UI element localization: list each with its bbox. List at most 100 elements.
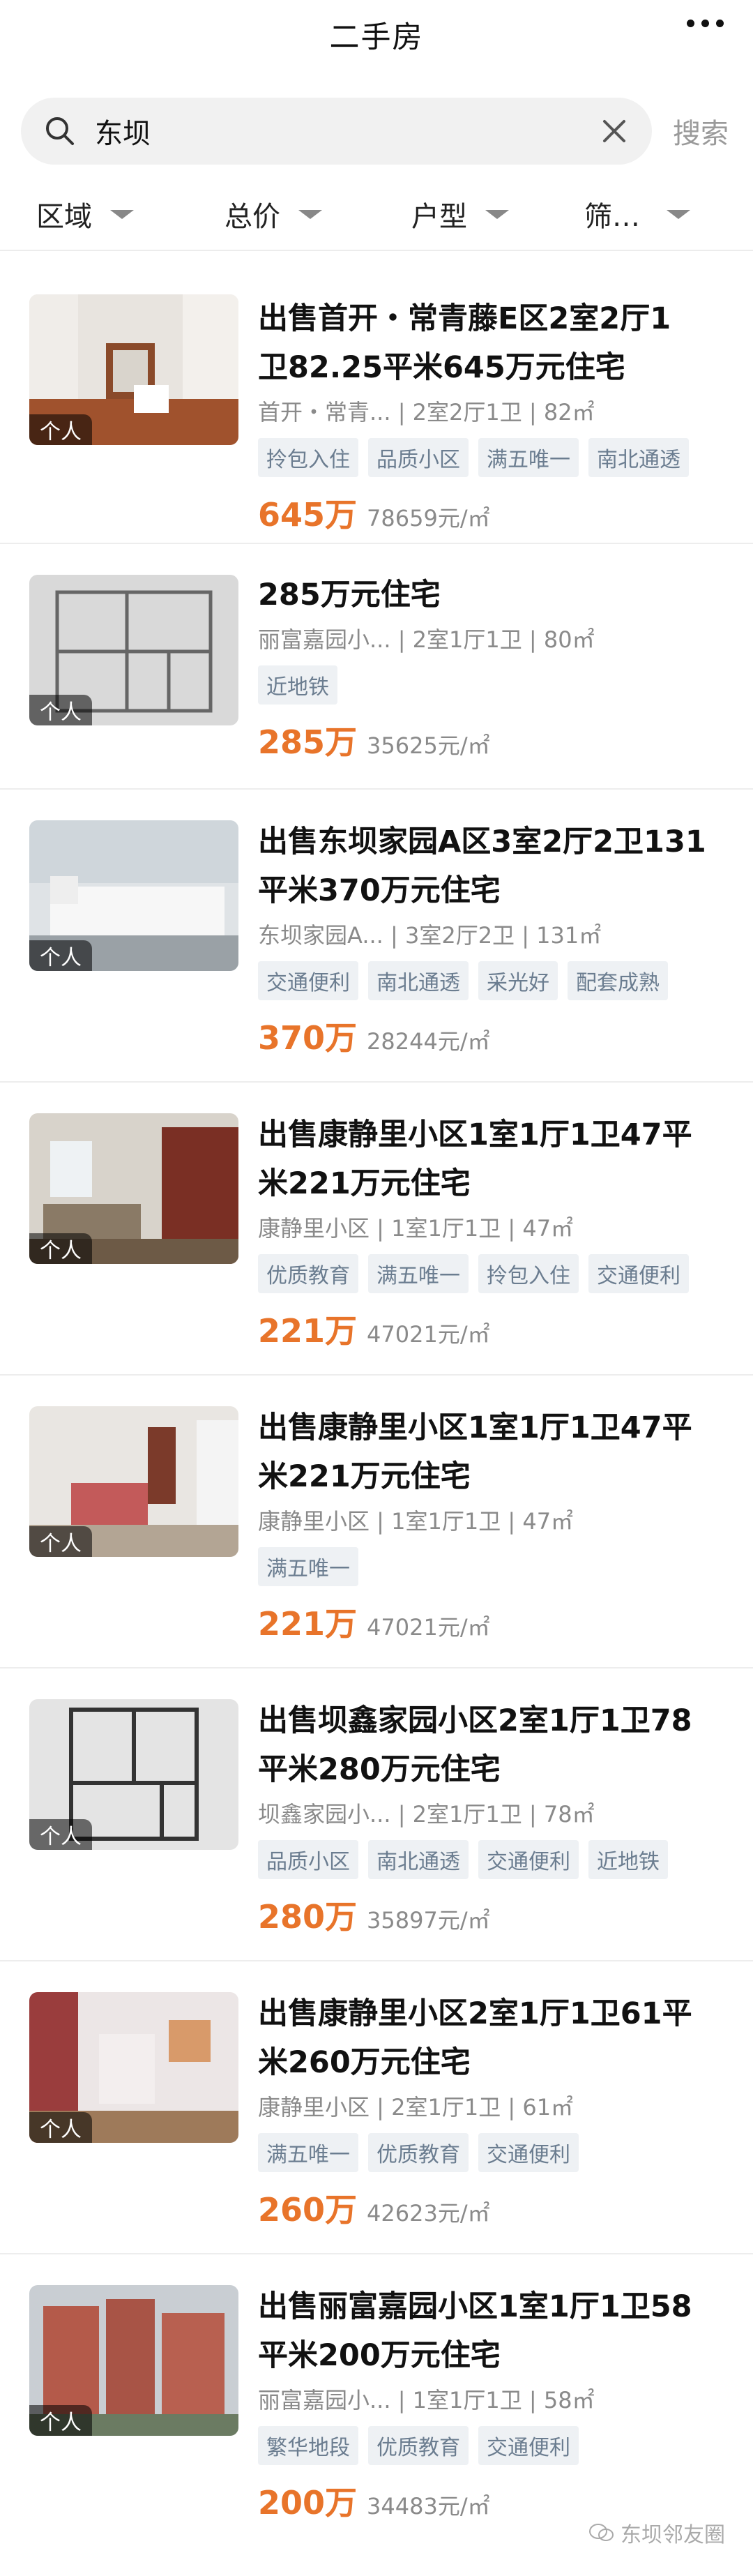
- filter-price[interactable]: 总价: [225, 194, 322, 234]
- total-price: 645万: [258, 496, 358, 534]
- listing-photo: 个人: [29, 575, 238, 725]
- unit-price: 78659元/㎡: [367, 505, 490, 532]
- listing-meta: 康静里小区 | 1室1厅1卫 | 47㎡: [258, 1215, 574, 1242]
- search-input[interactable]: 东坝: [21, 98, 652, 165]
- listing-photo: 个人: [29, 294, 238, 445]
- feature-tag: 满五唯一: [368, 1254, 469, 1293]
- feature-tag: 南北通透: [368, 961, 469, 1000]
- unit-price: 28244元/㎡: [367, 1028, 490, 1055]
- owner-badge: 个人: [29, 1819, 92, 1850]
- listing-info: 出售首开・常青藤E区2室2厅1 卫82.25平米645万元住宅 首开・常青...…: [258, 294, 732, 536]
- filter-label: 总价: [225, 201, 280, 233]
- listing-info: 出售坝鑫家园小区2室1厅1卫78 平米280万元住宅 坝鑫家园小... | 2室…: [258, 1696, 732, 1938]
- unit-price: 47021元/㎡: [367, 1614, 490, 1641]
- filter-label: 户型: [411, 201, 467, 233]
- feature-tag: 交通便利: [588, 1254, 689, 1293]
- listing-photo: 个人: [29, 1992, 238, 2143]
- feature-tag: 优质教育: [368, 2426, 469, 2465]
- price-line: 221万 47021元/㎡: [258, 1599, 732, 1645]
- filter-area[interactable]: 区域: [36, 194, 134, 234]
- total-price: 260万: [258, 2191, 358, 2229]
- feature-tag: 交通便利: [478, 2426, 579, 2465]
- owner-badge: 个人: [29, 2112, 92, 2143]
- feature-tag: 配套成熟: [568, 961, 668, 1000]
- feature-tag: 优质教育: [258, 1254, 358, 1293]
- price-line: 645万 78659元/㎡: [258, 490, 732, 536]
- feature-tag: 交通便利: [478, 1840, 579, 1879]
- feature-tag: 近地铁: [258, 665, 337, 705]
- chevron-down-icon: [110, 209, 134, 219]
- listing-list: 个人 出售首开・常青藤E区2室2厅1 卫82.25平米645万元住宅 首开・常青…: [0, 251, 753, 2547]
- listing-tags: 拎包入住 品质小区 满五唯一 南北通透: [258, 438, 732, 477]
- listing-title-line: 出售康静里小区1室1厅1卫47平: [258, 1117, 692, 1152]
- feature-tag: 采光好: [478, 961, 558, 1000]
- listing-title-line: 平米280万元住宅: [258, 1752, 501, 1787]
- listing-title-line: 米221万元住宅: [258, 1166, 471, 1201]
- more-options-icon[interactable]: [687, 20, 724, 27]
- listing-title-line: 平米370万元住宅: [258, 873, 501, 908]
- owner-badge: 个人: [29, 1526, 92, 1557]
- search-row: 东坝 搜索: [21, 98, 732, 165]
- listing-photo: 个人: [29, 1699, 238, 1850]
- search-query[interactable]: 东坝: [95, 111, 598, 151]
- listing-tags: 繁华地段 优质教育 交通便利: [258, 2426, 732, 2465]
- owner-badge: 个人: [29, 2405, 92, 2436]
- listing-photo: 个人: [29, 2285, 238, 2436]
- unit-price: 47021元/㎡: [367, 1321, 490, 1348]
- price-line: 280万 35897元/㎡: [258, 1892, 732, 1938]
- owner-badge: 个人: [29, 1233, 92, 1264]
- listing-title-line: 出售丽富嘉园小区1室1厅1卫58: [258, 2289, 692, 2324]
- total-price: 200万: [258, 2484, 358, 2522]
- feature-tag: 满五唯一: [258, 2133, 358, 2172]
- feature-tag: 南北通透: [368, 1840, 469, 1879]
- unit-price: 34483元/㎡: [367, 2493, 490, 2519]
- price-line: 370万 28244元/㎡: [258, 1013, 732, 1059]
- unit-price: 42623元/㎡: [367, 2200, 490, 2227]
- owner-badge: 个人: [29, 940, 92, 971]
- listing-meta: 康静里小区 | 2室1厅1卫 | 61㎡: [258, 2094, 574, 2121]
- listing-title-line: 出售首开・常青藤E区2室2厅1: [258, 301, 671, 336]
- listing-meta: 东坝家园A... | 3室2厅2卫 | 131㎡: [258, 922, 602, 949]
- filter-layout[interactable]: 户型: [411, 194, 509, 234]
- chevron-down-icon: [298, 209, 322, 219]
- chat-icon: [589, 2524, 614, 2541]
- list-item[interactable]: 个人 出售康静里小区2室1厅1卫61平 米260万元住宅 康静里小区 | 2室1…: [0, 1961, 753, 2254]
- listing-title-line: 出售东坝家园A区3室2厅2卫131: [258, 824, 706, 859]
- feature-tag: 拎包入住: [478, 1254, 579, 1293]
- chevron-down-icon: [485, 209, 509, 219]
- listing-photo: 个人: [29, 1406, 238, 1557]
- list-item[interactable]: 个人 285万元住宅 丽富嘉园小... | 2室1厅1卫 | 80㎡ 近地铁 2…: [0, 544, 753, 790]
- list-item[interactable]: 个人 出售丽富嘉园小区1室1厅1卫58 平米200万元住宅 丽富嘉园小... |…: [0, 2254, 753, 2547]
- feature-tag: 近地铁: [588, 1840, 668, 1879]
- feature-tag: 满五唯一: [258, 1547, 358, 1586]
- listing-tags: 品质小区 南北通透 交通便利 近地铁: [258, 1840, 732, 1879]
- filter-more[interactable]: 筛…: [584, 194, 690, 234]
- listing-tags: 满五唯一 优质教育 交通便利: [258, 2133, 732, 2172]
- watermark-text: 东坝邻友圈: [621, 2523, 725, 2547]
- feature-tag: 繁华地段: [258, 2426, 358, 2465]
- list-item[interactable]: 个人 出售坝鑫家园小区2室1厅1卫78 平米280万元住宅 坝鑫家园小... |…: [0, 1669, 753, 1961]
- clear-icon[interactable]: [598, 114, 631, 148]
- listing-title-line: 出售康静里小区1室1厅1卫47平: [258, 1410, 692, 1445]
- price-line: 260万 42623元/㎡: [258, 2185, 732, 2231]
- list-item[interactable]: 个人 出售康静里小区1室1厅1卫47平 米221万元住宅 康静里小区 | 1室1…: [0, 1376, 753, 1669]
- listing-title-line: 米221万元住宅: [258, 1459, 471, 1494]
- listing-title-line: 285万元住宅: [258, 578, 441, 612]
- feature-tag: 拎包入住: [258, 438, 358, 477]
- listing-meta: 丽富嘉园小... | 2室1厅1卫 | 80㎡: [258, 626, 595, 653]
- watermark: 东坝邻友圈: [588, 2517, 725, 2548]
- list-item[interactable]: 个人 出售首开・常青藤E区2室2厅1 卫82.25平米645万元住宅 首开・常青…: [0, 251, 753, 544]
- filter-label: 区域: [36, 201, 92, 233]
- total-price: 280万: [258, 1898, 358, 1936]
- price-line: 221万 47021元/㎡: [258, 1306, 732, 1352]
- listing-tags: 近地铁: [258, 665, 732, 705]
- list-item[interactable]: 个人 出售康静里小区1室1厅1卫47平 米221万元住宅 康静里小区 | 1室1…: [0, 1083, 753, 1376]
- list-item[interactable]: 个人 出售东坝家园A区3室2厅2卫131 平米370万元住宅 东坝家园A... …: [0, 790, 753, 1083]
- owner-badge: 个人: [29, 695, 92, 725]
- total-price: 285万: [258, 723, 358, 761]
- search-button[interactable]: 搜索: [673, 111, 729, 151]
- listing-info: 285万元住宅 丽富嘉园小... | 2室1厅1卫 | 80㎡ 近地铁 285万…: [258, 571, 732, 763]
- listing-title-line: 出售坝鑫家园小区2室1厅1卫78: [258, 1703, 692, 1738]
- listing-title-line: 平米200万元住宅: [258, 2338, 501, 2373]
- listing-meta: 首开・常青... | 2室2厅1卫 | 82㎡: [258, 399, 595, 425]
